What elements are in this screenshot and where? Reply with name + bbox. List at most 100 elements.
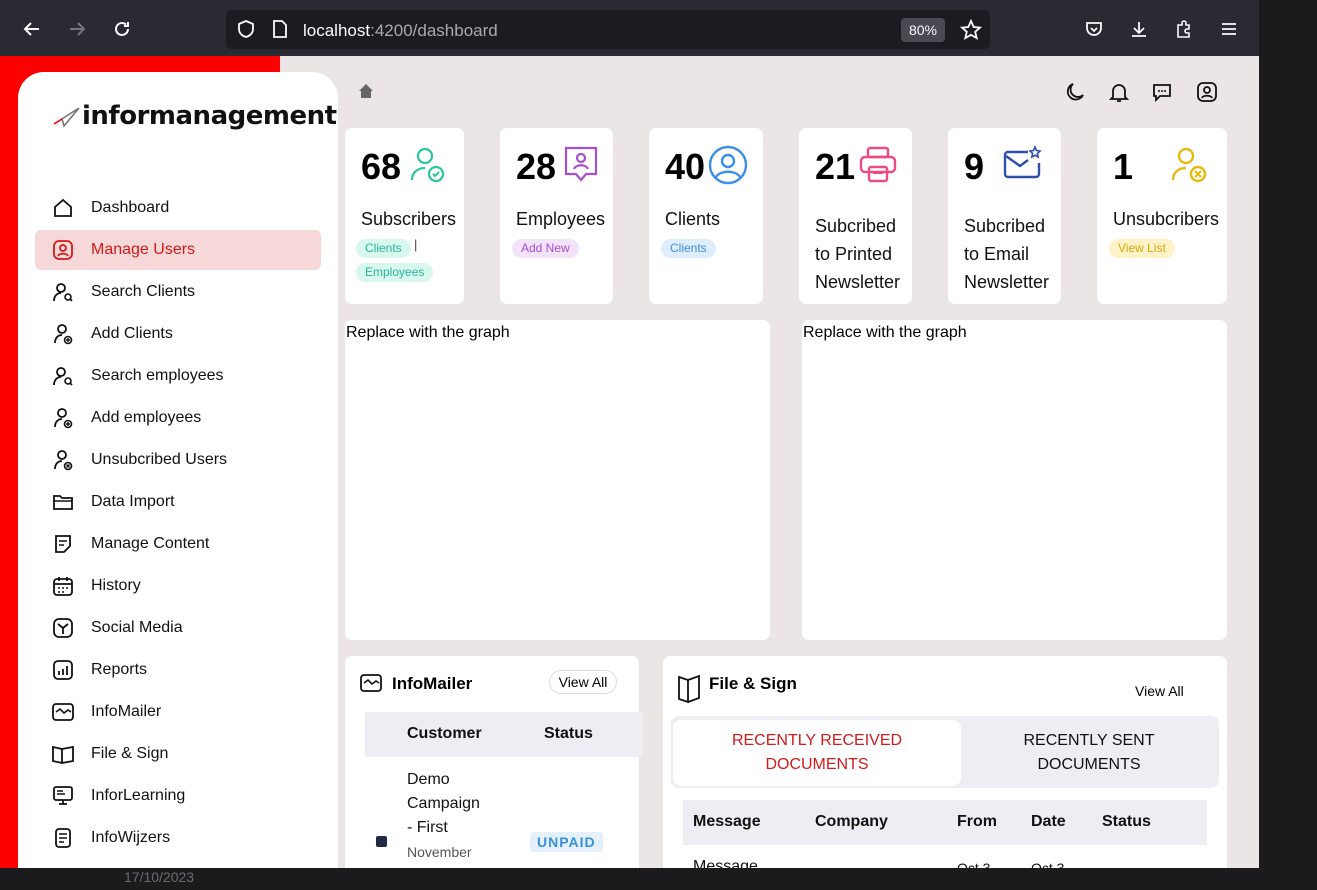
card-number: 9 xyxy=(964,146,985,187)
dark-mode-icon[interactable] xyxy=(1061,78,1089,106)
card-title: Clients xyxy=(665,209,721,229)
sidebar-item-connections[interactable]: Connections xyxy=(35,860,321,868)
sidebar-item-label: Search Clients xyxy=(91,283,196,300)
url-bar[interactable]: localhost:4200/dashboard 80% xyxy=(226,10,990,49)
tab-label: RECENTLY RECEIVED xyxy=(731,732,903,749)
card-email-newsletter[interactable]: 9 Subcribed to Email Newsletter xyxy=(948,128,1061,304)
book-icon xyxy=(678,674,700,704)
sidebar-item-label: Add employees xyxy=(91,409,202,426)
reload-icon[interactable] xyxy=(109,16,135,42)
sidebar-item-unsubcribed-users[interactable]: Unsubcribed Users xyxy=(35,440,321,480)
logo[interactable]: informanagement xyxy=(52,98,337,134)
sidebar: informanagement Dashboard Manage Users Sea… xyxy=(18,72,338,868)
card-subscribers[interactable]: 68 Subscribers Clients | Employees xyxy=(345,128,464,304)
user-circle-icon xyxy=(708,145,748,185)
forward-icon[interactable] xyxy=(64,16,90,42)
panel-title: File & Sign xyxy=(709,674,797,693)
column-from[interactable]: From xyxy=(957,813,997,831)
card-printed-newsletter[interactable]: 21 Subcribed to Printed Newsletter xyxy=(799,128,912,304)
sidebar-item-label: Search employees xyxy=(91,367,224,384)
card-unsubscribers[interactable]: 1 Unsubcribers View List xyxy=(1097,128,1227,304)
user-remove-icon xyxy=(1171,147,1207,183)
sidebar-item-manage-content[interactable]: Manage Content xyxy=(35,524,321,564)
sidebar-item-dashboard[interactable]: Dashboard xyxy=(35,188,321,228)
column-message[interactable]: Message xyxy=(693,813,761,831)
user-remove-icon xyxy=(50,447,76,473)
view-all-button[interactable]: View All xyxy=(549,670,617,694)
sidebar-item-infowijzers[interactable]: InfoWijzers xyxy=(35,818,321,858)
infomailer-panel: InfoMailer View All Customer Status Demo… xyxy=(345,656,643,868)
card-title-line: Subcribed xyxy=(815,216,897,236)
row-checkbox[interactable] xyxy=(376,836,387,847)
chip-view-list[interactable]: View List xyxy=(1109,239,1175,258)
column-date[interactable]: Date xyxy=(1031,813,1066,831)
graph-placeholder: Replace with the graph xyxy=(346,324,510,341)
sidebar-item-manage-users[interactable]: Manage Users xyxy=(35,230,321,270)
chip-clients[interactable]: Clients xyxy=(356,239,411,258)
sidebar-item-history[interactable]: History xyxy=(35,566,321,606)
user-square-icon xyxy=(50,237,76,263)
card-number: 21 xyxy=(815,146,856,187)
sidebar-item-search-employees[interactable]: Search employees xyxy=(35,356,321,396)
card-employees[interactable]: 28 Employees Add New xyxy=(500,128,613,304)
desktop-background xyxy=(1259,0,1317,890)
download-icon[interactable] xyxy=(1126,16,1152,42)
sidebar-item-label: Manage Users xyxy=(91,241,196,258)
bookmark-star-icon[interactable] xyxy=(959,18,983,46)
card-title-line: Newsletter xyxy=(815,272,901,292)
chip-employees[interactable]: Employees xyxy=(356,263,434,282)
pocket-icon[interactable] xyxy=(1081,16,1107,42)
book-icon xyxy=(50,741,76,767)
chat-icon[interactable] xyxy=(1148,78,1176,106)
customer-line: - First xyxy=(407,819,448,836)
page-viewport: informanagement Dashboard Manage Users Sea… xyxy=(0,56,1259,868)
back-icon[interactable] xyxy=(19,16,45,42)
chip-add-new[interactable]: Add New xyxy=(512,239,579,258)
card-clients[interactable]: 40 Clients Clients xyxy=(649,128,763,304)
sidebar-item-data-import[interactable]: Data Import xyxy=(35,482,321,522)
url-text[interactable]: localhost:4200/dashboard xyxy=(303,21,498,41)
tab-label: DOCUMENTS xyxy=(1037,756,1141,773)
page-info-icon[interactable] xyxy=(271,19,289,44)
tab-recently-received[interactable]: RECENTLY RECEIVED DOCUMENTS xyxy=(673,720,961,786)
sidebar-item-add-employees[interactable]: Add employees xyxy=(35,398,321,438)
home-breadcrumb-icon[interactable] xyxy=(357,82,375,105)
tab-recently-sent[interactable]: RECENTLY SENT DOCUMENTS xyxy=(961,720,1217,786)
column-customer[interactable]: Customer xyxy=(407,725,482,743)
printer-icon xyxy=(859,146,897,183)
bell-icon[interactable] xyxy=(1105,78,1133,106)
profile-icon[interactable] xyxy=(1193,78,1221,106)
column-status[interactable]: Status xyxy=(1102,813,1151,831)
user-add-icon xyxy=(50,321,76,347)
browser-toolbar: localhost:4200/dashboard 80% xyxy=(0,0,1259,56)
card-title: Subscribers xyxy=(361,209,457,229)
sidebar-item-inforlearning[interactable]: InforLearning xyxy=(35,776,321,816)
sidebar-item-add-clients[interactable]: Add Clients xyxy=(35,314,321,354)
sidebar-item-reports[interactable]: Reports xyxy=(35,650,321,690)
extensions-icon[interactable] xyxy=(1171,16,1197,42)
document-tabs: RECENTLY RECEIVED DOCUMENTS RECENTLY SEN… xyxy=(671,716,1219,788)
sidebar-item-infomailer[interactable]: InfoMailer xyxy=(35,692,321,732)
zoom-badge[interactable]: 80% xyxy=(901,18,945,42)
monitor-icon xyxy=(50,783,76,809)
sidebar-item-label: Social Media xyxy=(91,619,183,636)
user-add-icon xyxy=(50,405,76,431)
sidebar-item-file-sign[interactable]: File & Sign xyxy=(35,734,321,774)
view-all-button[interactable]: View All xyxy=(1135,683,1184,699)
shield-icon[interactable] xyxy=(236,19,256,44)
infomailer-icon xyxy=(360,674,382,692)
chip-clients[interactable]: Clients xyxy=(661,239,716,258)
column-status[interactable]: Status xyxy=(544,725,593,743)
sidebar-item-search-clients[interactable]: Search Clients xyxy=(35,272,321,312)
user-check-icon xyxy=(410,147,445,183)
column-company[interactable]: Company xyxy=(815,813,888,831)
row-from: Oct 3 xyxy=(957,860,991,868)
card-title-line: Subcribed xyxy=(964,216,1046,236)
sidebar-item-social-media[interactable]: Social Media xyxy=(35,608,321,648)
card-number: 68 xyxy=(361,146,402,187)
card-title: Employees xyxy=(516,209,606,229)
card-title: Subcribed to Printed Newsletter xyxy=(815,212,900,296)
edit-note-icon xyxy=(50,531,76,557)
menu-icon[interactable] xyxy=(1216,16,1242,42)
document-icon xyxy=(50,825,76,851)
